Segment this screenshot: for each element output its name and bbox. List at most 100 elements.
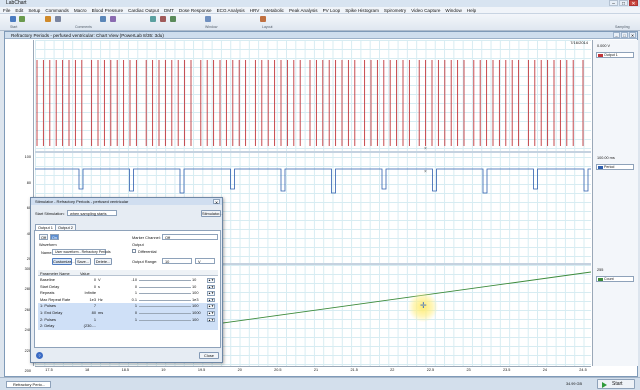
param-slider[interactable] <box>139 306 191 308</box>
menu-peak-analysis[interactable]: Peak Analysis <box>289 7 318 13</box>
stimulator-button[interactable]: Stimulator... <box>201 210 223 217</box>
doc-close-button[interactable]: ✕ <box>629 32 636 38</box>
param-row[interactable]: 1: End Delay 80 ms 0 1000 ▲▼ <box>38 310 218 317</box>
menu-window[interactable]: Window <box>445 7 461 13</box>
param-unit: ms <box>98 310 104 315</box>
param-value[interactable]: 1e3 <box>80 297 97 304</box>
param-value[interactable]: 80 <box>80 310 96 317</box>
document-title-bar: Refractory Periods - perfused ventricula… <box>5 32 637 39</box>
param-row[interactable]: Repeats Infinite 1 100 ▲▼ <box>38 290 218 297</box>
menu-dose-response[interactable]: Dose Response <box>179 7 212 13</box>
comment-icon[interactable] <box>45 16 51 22</box>
param-value[interactable]: 0 <box>80 277 96 284</box>
help-icon[interactable]: ? <box>36 352 43 359</box>
marker-icon[interactable]: × <box>424 146 427 152</box>
menu-help[interactable]: Help <box>467 7 476 13</box>
output-range-select[interactable]: 10 <box>162 258 192 264</box>
param-row[interactable]: Baseline 0 V -10 10 ▲▼ <box>38 277 218 284</box>
close-dialog-button[interactable]: Close <box>199 352 219 359</box>
x-tick-label: 19 <box>161 368 166 372</box>
dialog-close-icon[interactable]: ✕ <box>213 199 220 205</box>
window-icon[interactable] <box>205 16 211 22</box>
param-spinner[interactable]: ▲▼ <box>207 317 215 323</box>
param-row[interactable]: 1: Pulses 7 1 100 ▲▼ <box>38 303 218 310</box>
marker-icon[interactable]: × <box>424 169 427 175</box>
menu-blood-pressure[interactable]: Blood Pressure <box>92 7 123 13</box>
param-unit: V <box>98 277 101 282</box>
waveform-name-select[interactable]: User waveform - Refractory Periods <box>52 249 111 255</box>
x-tick-label: 17.5 <box>45 368 53 372</box>
menu-dmt[interactable]: DMT <box>164 7 174 13</box>
customize-button[interactable]: Customize... <box>52 258 75 265</box>
menu-video-capture[interactable]: Video Capture <box>411 7 440 13</box>
menu-macro[interactable]: Macro <box>74 7 87 13</box>
table-icon[interactable] <box>170 16 176 22</box>
start-icon[interactable] <box>10 16 16 22</box>
menu-commands[interactable]: Commands <box>45 7 69 13</box>
channel-title-menu[interactable]: Count <box>596 276 634 282</box>
param-max: 1e3 <box>192 296 199 302</box>
app-titlebar: LabChart – □ ✕ <box>0 0 640 7</box>
minimize-button[interactable]: – <box>609 0 618 7</box>
param-spinner[interactable]: ▲▼ <box>207 311 215 316</box>
menu-spirometry[interactable]: Spirometry <box>384 7 406 13</box>
menu-pv-loop[interactable]: PV Loop <box>323 7 341 13</box>
comment-list-icon[interactable] <box>55 16 61 22</box>
time-axis[interactable]: 17.5 18 18.5 19 19.5 20 20.5 21 21.5 22 22.5 23 23.5… <box>35 366 591 374</box>
zoom-icon[interactable] <box>110 16 116 22</box>
channel-separator[interactable] <box>35 151 591 153</box>
param-slider[interactable] <box>139 286 191 288</box>
param-value[interactable]: 1 <box>80 317 96 324</box>
param-spinner[interactable]: ▲▼ <box>207 291 215 296</box>
param-spinner[interactable]: ▲▼ <box>207 278 215 283</box>
off-toggle[interactable]: Off <box>39 234 48 240</box>
channel-title-menu[interactable]: Period <box>596 164 634 170</box>
scope-icon[interactable] <box>19 16 25 22</box>
menu-spike-histogram[interactable]: Spike Histogram <box>345 7 379 13</box>
param-slider[interactable] <box>139 313 191 314</box>
doc-minimize-button[interactable]: – <box>613 32 620 38</box>
marker-channel-select[interactable]: Off <box>162 234 218 240</box>
data-pad-icon[interactable] <box>100 16 106 22</box>
save-button[interactable]: Save... <box>75 258 91 265</box>
param-value[interactable]: 7 <box>80 303 96 310</box>
param-slider[interactable] <box>139 280 191 281</box>
menu-ecg-analysis[interactable]: ECG Analysis <box>217 7 245 13</box>
x-tick-label: 21 <box>313 368 319 372</box>
maximize-button[interactable]: □ <box>619 0 628 7</box>
menu-file[interactable]: File <box>3 7 10 13</box>
menu-setup[interactable]: Setup <box>28 7 40 13</box>
channel-color-swatch <box>598 166 603 169</box>
output-range-unit-select[interactable]: V <box>195 258 215 264</box>
start-stimulation-select[interactable]: when sampling starts <box>67 210 117 216</box>
channel-title-menu[interactable]: Output 1 <box>596 52 634 58</box>
param-row[interactable]: Max Repeat Rate 1e3 Hz 0.1 1e3 ▲▼ <box>38 297 218 304</box>
start-button[interactable]: Start <box>597 379 635 389</box>
doc-restore-button[interactable]: □ <box>621 32 628 38</box>
on-toggle[interactable]: On <box>50 234 59 240</box>
menu-metabolic[interactable]: Metabolic <box>264 7 284 13</box>
param-row[interactable]: 2: Delay (230-... <box>38 323 218 330</box>
delete-button[interactable]: Delete... <box>94 258 112 265</box>
param-value[interactable]: 0 <box>80 284 96 291</box>
param-value[interactable]: (230-... <box>80 323 96 330</box>
param-row[interactable]: 2: Pulses 1 1 100 ▲▼ <box>38 316 218 324</box>
differential-label: Differential <box>138 248 157 254</box>
menu-cardiac-output[interactable]: Cardiac Output <box>128 7 159 13</box>
close-button[interactable]: ✕ <box>629 0 638 7</box>
differential-checkbox[interactable] <box>132 249 136 253</box>
menu-hrv[interactable]: HRV <box>250 7 260 13</box>
layout-icon[interactable] <box>260 16 266 22</box>
param-row[interactable]: Start Delay 0 s 0 10 ▲▼ <box>38 284 218 291</box>
param-slider[interactable] <box>139 319 191 321</box>
param-spinner[interactable]: ▲▼ <box>207 284 215 290</box>
param-slider[interactable] <box>139 293 191 295</box>
menu-edit[interactable]: Edit <box>15 7 23 13</box>
param-value[interactable]: Infinite <box>80 290 96 297</box>
param-spinner[interactable]: ▲▼ <box>207 297 215 303</box>
param-slider[interactable] <box>139 299 191 301</box>
marker-icon[interactable] <box>160 16 166 22</box>
document-tab[interactable]: Refractory Perio... <box>6 381 51 388</box>
analysis-icon[interactable] <box>150 16 156 22</box>
param-spinner[interactable]: ▲▼ <box>207 304 215 309</box>
